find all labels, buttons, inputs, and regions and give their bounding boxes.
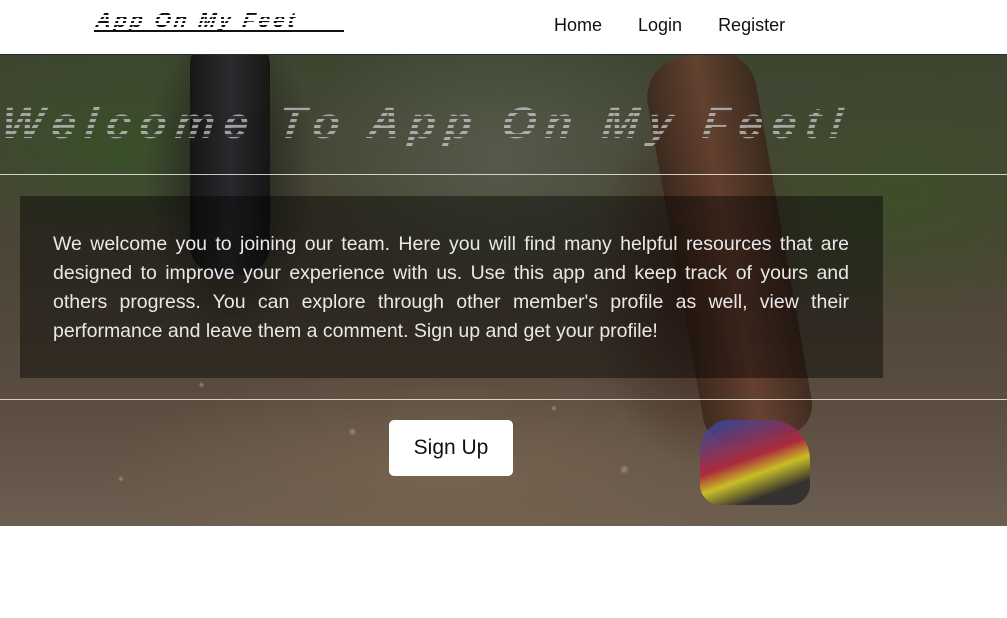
nav-home-link[interactable]: Home bbox=[554, 15, 602, 35]
welcome-text-box: We welcome you to joining our team. Here… bbox=[20, 196, 883, 378]
welcome-heading: Welcome To App On My Feet! bbox=[0, 99, 1007, 148]
top-navbar: App On My Feet Home Login Register bbox=[0, 0, 1007, 55]
nav-login-link[interactable]: Login bbox=[638, 15, 682, 35]
divider-top bbox=[0, 174, 1007, 175]
logo-underline bbox=[94, 30, 344, 32]
nav-register-link[interactable]: Register bbox=[718, 15, 785, 35]
hero-section: Welcome To App On My Feet! We welcome yo… bbox=[0, 55, 1007, 526]
sign-up-button[interactable]: Sign Up bbox=[389, 420, 513, 476]
nav-links: Home Login Register bbox=[554, 15, 785, 35]
divider-bottom bbox=[0, 399, 1007, 400]
welcome-paragraph: We welcome you to joining our team. Here… bbox=[53, 233, 849, 342]
